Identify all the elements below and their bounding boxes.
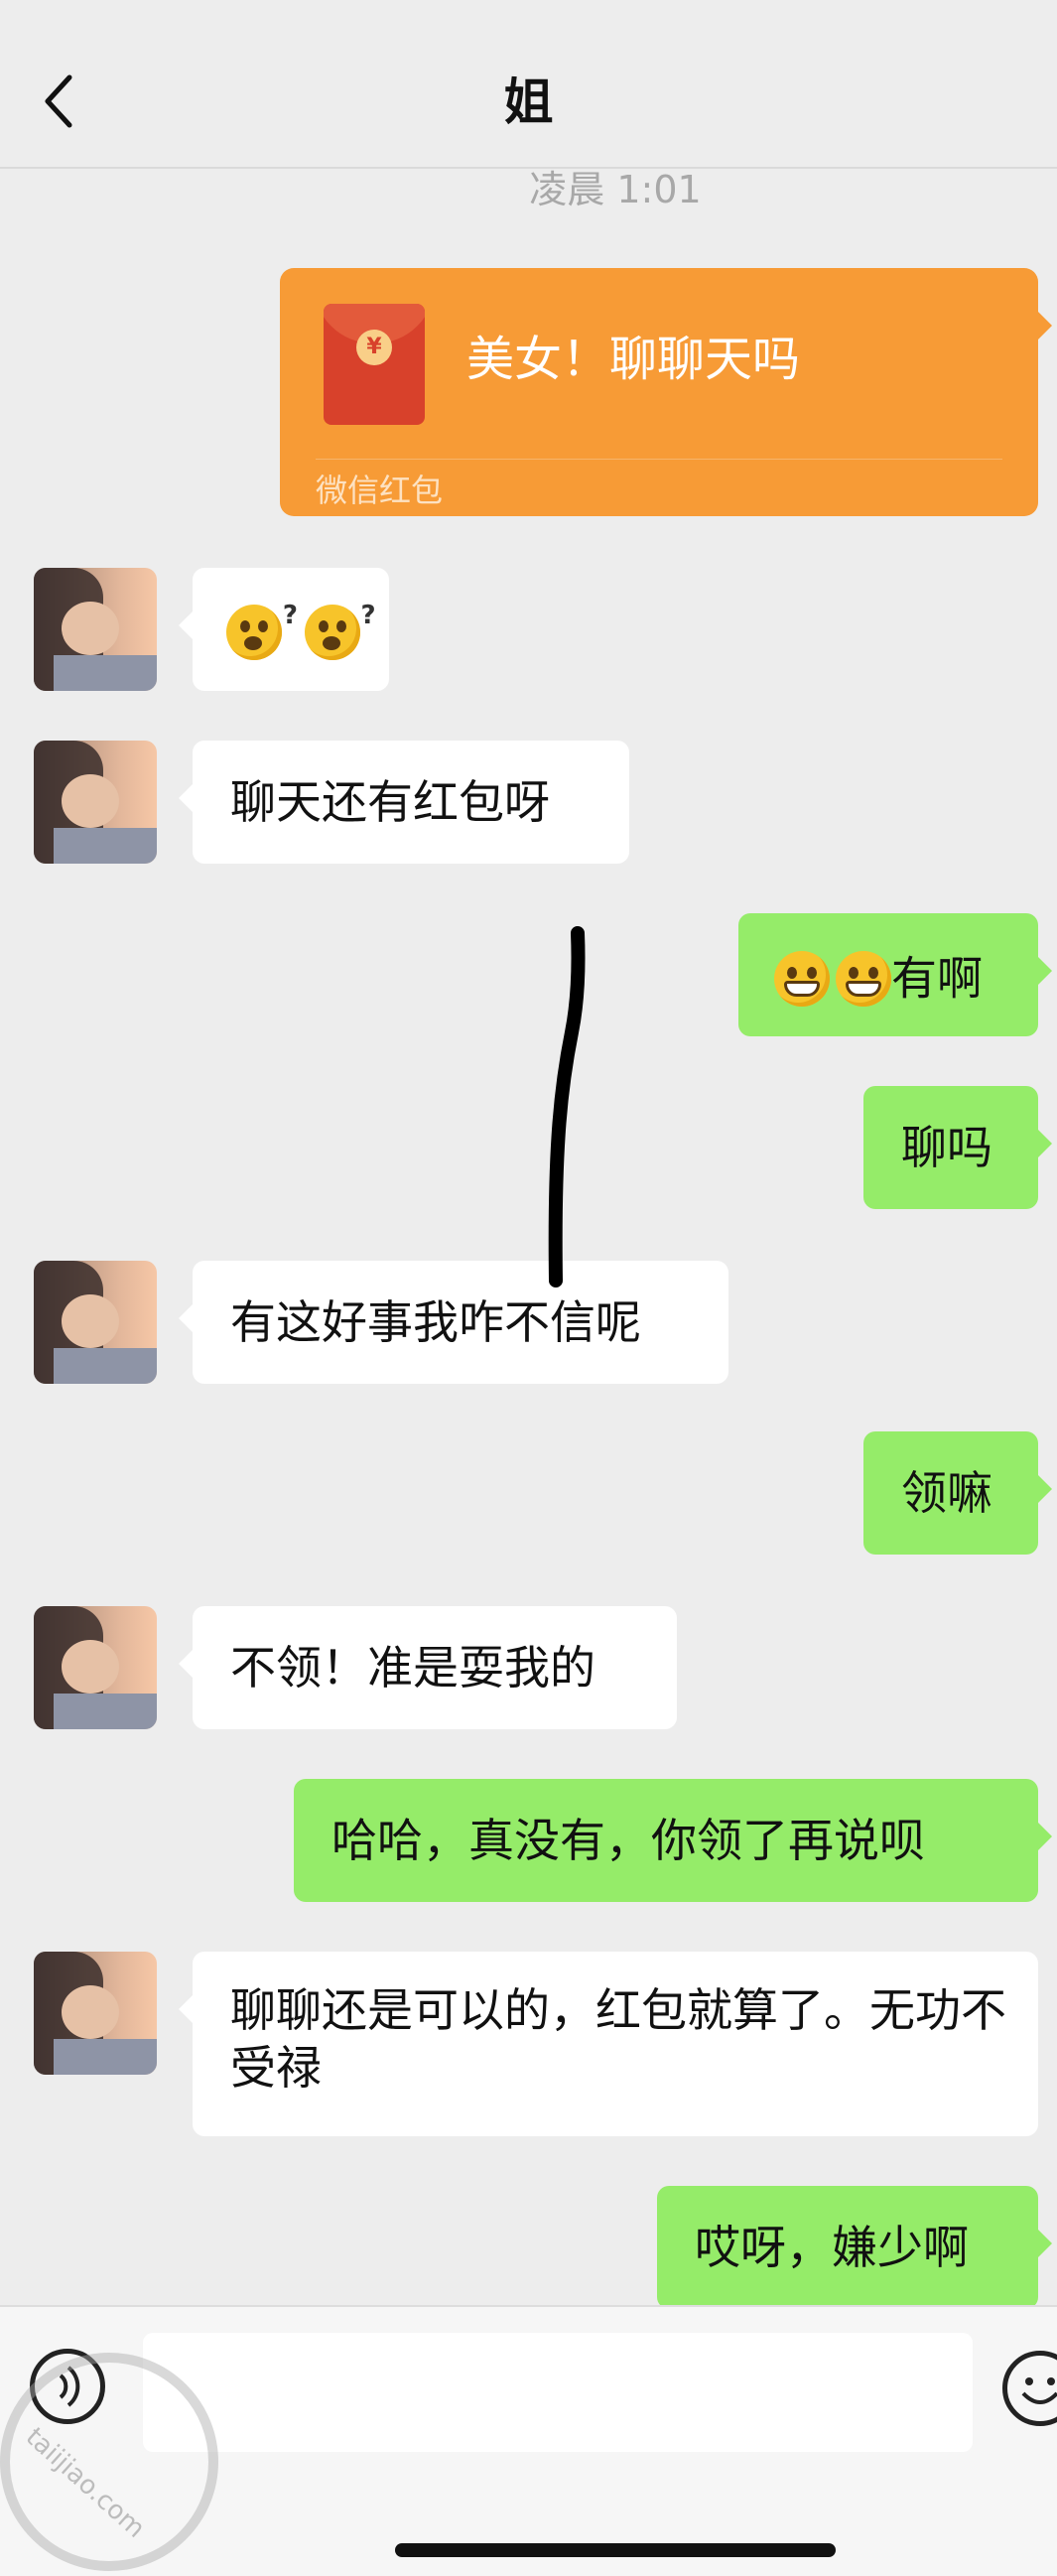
divider bbox=[316, 459, 1002, 460]
chat-title: 姐 bbox=[503, 73, 554, 131]
red-packet-label: 微信红包 bbox=[316, 472, 444, 509]
puzzled-face-icon: ? bbox=[226, 601, 298, 660]
message-text: 有啊 bbox=[891, 951, 983, 1006]
avatar[interactable] bbox=[34, 1261, 157, 1384]
home-indicator[interactable] bbox=[395, 2543, 836, 2557]
message-bubble-in[interactable]: 聊天还有红包呀 bbox=[179, 741, 629, 864]
avatar[interactable] bbox=[34, 1952, 157, 2075]
message-bubble-out[interactable]: 哎呀，嫌少啊 bbox=[657, 2186, 1052, 2309]
avatar[interactable] bbox=[34, 741, 157, 864]
message-bubble-out[interactable]: 有啊 bbox=[738, 913, 1052, 1036]
chat-header: 姐 bbox=[0, 0, 1057, 169]
message-bubble-out[interactable]: 聊吗 bbox=[863, 1086, 1052, 1209]
drawn-line-annotation bbox=[548, 926, 586, 1288]
message-bubble-in[interactable]: 有这好事我咋不信呢 bbox=[179, 1261, 728, 1384]
message-timestamp: 凌晨 1:01 bbox=[529, 168, 702, 211]
puzzled-face-icon: ? bbox=[304, 601, 376, 660]
grin-face-icon bbox=[836, 950, 891, 1007]
avatar[interactable] bbox=[34, 1606, 157, 1729]
red-packet-text: 美女！聊聊天吗 bbox=[466, 332, 801, 387]
message-bubble-out[interactable]: 领嘛 bbox=[863, 1431, 1052, 1555]
message-bubble-in[interactable]: 聊聊还是可以的，红包就算了。无功不受禄 bbox=[179, 1952, 1038, 2136]
watermark-logo bbox=[0, 2353, 218, 2571]
message-bubble-out[interactable]: 哈哈，真没有，你领了再说呗 bbox=[294, 1779, 1052, 1902]
message-bubble-in[interactable]: ? ? bbox=[179, 568, 389, 691]
red-envelope-icon: ¥ bbox=[324, 304, 425, 425]
grin-face-icon bbox=[774, 950, 830, 1007]
avatar[interactable] bbox=[34, 568, 157, 691]
red-packet-message[interactable]: ¥ 美女！聊聊天吗 微信红包 bbox=[280, 268, 1052, 516]
message-bubble-in[interactable]: 不领！准是耍我的 bbox=[179, 1606, 677, 1729]
message-input[interactable] bbox=[143, 2333, 973, 2452]
smiley-icon[interactable] bbox=[1002, 2351, 1057, 2426]
